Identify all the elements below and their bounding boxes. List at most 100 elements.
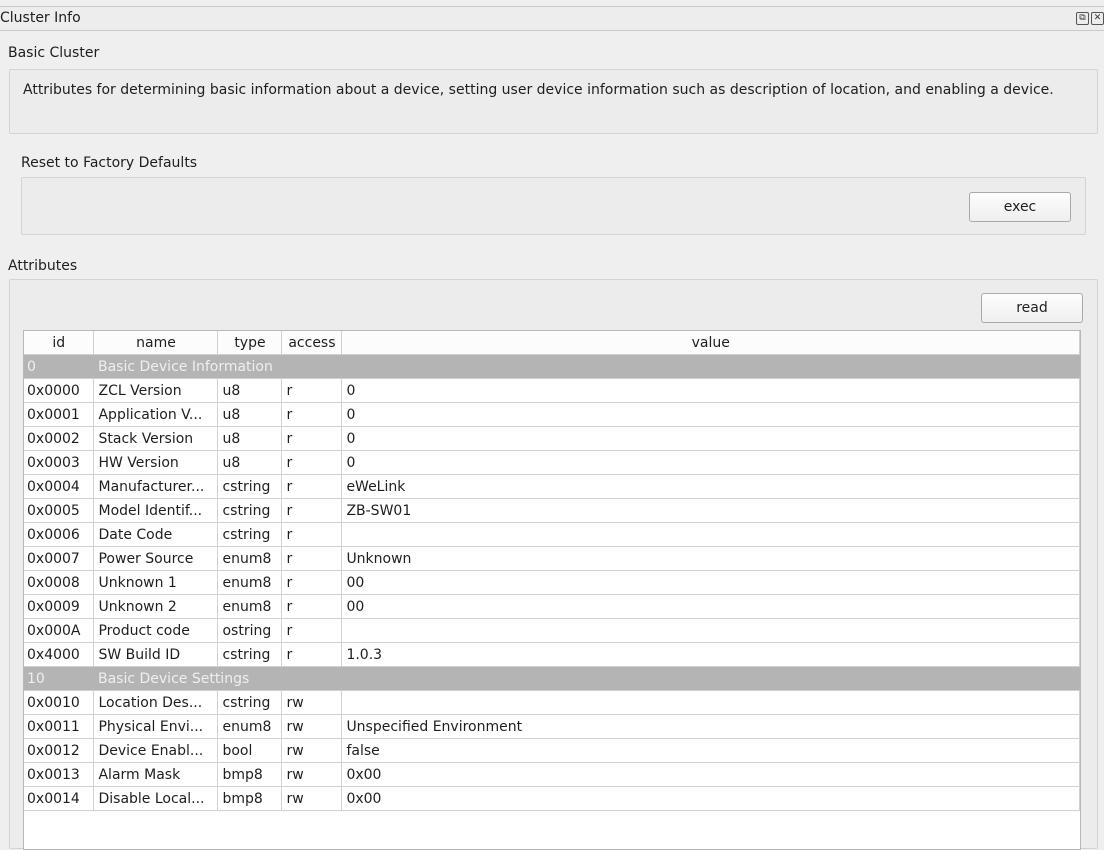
attr-id: 0x0003 bbox=[24, 450, 95, 475]
attr-type: cstring bbox=[217, 474, 283, 499]
attr-access: r bbox=[281, 522, 343, 547]
table-row[interactable]: 0x0006 Date Code cstring r bbox=[24, 522, 1080, 547]
group-row[interactable]: 0 Basic Device Information bbox=[24, 354, 1080, 379]
attr-value[interactable]: 0x00 bbox=[341, 762, 1080, 787]
table-row[interactable]: 0x0005 Model Identif... cstring r ZB-SW01 bbox=[24, 498, 1080, 523]
column-header-access[interactable]: access bbox=[281, 331, 343, 355]
attr-id: 0x0009 bbox=[24, 594, 95, 619]
attributes-table: id name type access value 0 Basic Device … bbox=[23, 330, 1081, 850]
attr-type: u8 bbox=[217, 402, 283, 427]
attr-id: 0x4000 bbox=[24, 642, 95, 667]
attr-name: SW Build ID bbox=[93, 642, 219, 667]
attr-value[interactable]: false bbox=[341, 738, 1080, 763]
attr-type: u8 bbox=[217, 378, 283, 403]
attr-type: bmp8 bbox=[217, 786, 283, 811]
group-row[interactable]: 10 Basic Device Settings bbox=[24, 666, 1080, 691]
attr-type: u8 bbox=[217, 450, 283, 475]
attr-value[interactable]: 0 bbox=[341, 450, 1080, 475]
table-row[interactable]: 0x0013 Alarm Mask bmp8 rw 0x00 bbox=[24, 762, 1080, 787]
attr-type: cstring bbox=[217, 690, 283, 715]
attr-value[interactable] bbox=[341, 690, 1080, 715]
attr-name: ZCL Version bbox=[93, 378, 219, 403]
attr-access: rw bbox=[281, 762, 343, 787]
attr-id: 0x0010 bbox=[24, 690, 95, 715]
window-title: Cluster Info bbox=[0, 10, 81, 26]
attr-value[interactable]: ZB-SW01 bbox=[341, 498, 1080, 523]
column-header-type[interactable]: type bbox=[217, 331, 283, 355]
attr-access: r bbox=[281, 642, 343, 667]
attributes-grid: id name type access value 0 Basic Device … bbox=[24, 331, 1080, 811]
exec-button[interactable]: exec bbox=[969, 192, 1071, 222]
attr-value[interactable] bbox=[341, 522, 1080, 547]
table-row[interactable]: 0x0000 ZCL Version u8 r 0 bbox=[24, 378, 1080, 403]
attr-value[interactable]: 0 bbox=[341, 378, 1080, 403]
attr-access: r bbox=[281, 402, 343, 427]
attr-access: r bbox=[281, 546, 343, 571]
column-header-name[interactable]: name bbox=[93, 331, 219, 355]
attr-value[interactable] bbox=[341, 618, 1080, 643]
attr-type: cstring bbox=[217, 642, 283, 667]
table-row[interactable]: 0x0009 Unknown 2 enum8 r 00 bbox=[24, 594, 1080, 619]
attr-name: HW Version bbox=[93, 450, 219, 475]
column-header-value[interactable]: value bbox=[341, 331, 1080, 355]
table-row[interactable]: 0x0012 Device Enabl... bool rw false bbox=[24, 738, 1080, 763]
group-id: 10 bbox=[24, 666, 94, 691]
reset-box: exec bbox=[21, 177, 1086, 235]
attr-access: r bbox=[281, 594, 343, 619]
column-header-id[interactable]: id bbox=[24, 331, 95, 355]
table-row[interactable]: 0x0004 Manufacturer... cstring r eWeLink bbox=[24, 474, 1080, 499]
table-row[interactable]: 0x0014 Disable Local... bmp8 rw 0x00 bbox=[24, 786, 1080, 811]
attr-access: rw bbox=[281, 738, 343, 763]
float-icon[interactable]: ⧉ bbox=[1076, 12, 1089, 25]
attr-type: enum8 bbox=[217, 546, 283, 571]
attr-access: rw bbox=[281, 714, 343, 739]
attr-id: 0x0006 bbox=[24, 522, 95, 547]
attr-access: r bbox=[281, 474, 343, 499]
read-button[interactable]: read bbox=[981, 293, 1083, 323]
attr-value[interactable]: Unspecified Environment bbox=[341, 714, 1080, 739]
table-row[interactable]: 0x0010 Location Des... cstring rw bbox=[24, 690, 1080, 715]
attr-name: Alarm Mask bbox=[93, 762, 219, 787]
attr-name: Manufacturer... bbox=[93, 474, 219, 499]
attr-name: Product code bbox=[93, 618, 219, 643]
attr-name: Application V... bbox=[93, 402, 219, 427]
attr-type: bmp8 bbox=[217, 762, 283, 787]
attr-access: r bbox=[281, 618, 343, 643]
table-header: id name type access value bbox=[24, 331, 1080, 355]
table-row[interactable]: 0x0008 Unknown 1 enum8 r 00 bbox=[24, 570, 1080, 595]
attr-id: 0x0011 bbox=[24, 714, 95, 739]
attr-value[interactable]: 0 bbox=[341, 402, 1080, 427]
table-row[interactable]: 0x0001 Application V... u8 r 0 bbox=[24, 402, 1080, 427]
attr-access: r bbox=[281, 498, 343, 523]
attr-name: Model Identif... bbox=[93, 498, 219, 523]
attr-value[interactable]: eWeLink bbox=[341, 474, 1080, 499]
attr-type: cstring bbox=[217, 498, 283, 523]
attr-value[interactable]: 00 bbox=[341, 570, 1080, 595]
table-row[interactable]: 0x0011 Physical Envi... enum8 rw Unspecified… bbox=[24, 714, 1080, 739]
table-row[interactable]: 0x0007 Power Source enum8 r Unknown bbox=[24, 546, 1080, 571]
attr-id: 0x0014 bbox=[24, 786, 95, 811]
attributes-label: Attributes bbox=[8, 258, 78, 274]
attr-value[interactable]: Unknown bbox=[341, 546, 1080, 571]
attr-id: 0x0013 bbox=[24, 762, 95, 787]
attr-type: u8 bbox=[217, 426, 283, 451]
attr-value[interactable]: 0 bbox=[341, 426, 1080, 451]
table-row[interactable]: 0x4000 SW Build ID cstring r 1.0.3 bbox=[24, 642, 1080, 667]
attr-type: enum8 bbox=[217, 570, 283, 595]
attr-id: 0x0012 bbox=[24, 738, 95, 763]
title-bar: Cluster Info ⧉ ✕ bbox=[0, 6, 1104, 31]
attr-id: 0x0008 bbox=[24, 570, 95, 595]
table-row[interactable]: 0x0002 Stack Version u8 r 0 bbox=[24, 426, 1080, 451]
attr-name: Device Enabl... bbox=[93, 738, 219, 763]
table-row[interactable]: 0x000A Product code ostring r bbox=[24, 618, 1080, 643]
close-icon[interactable]: ✕ bbox=[1091, 12, 1104, 25]
attr-id: 0x0000 bbox=[24, 378, 95, 403]
table-row[interactable]: 0x0003 HW Version u8 r 0 bbox=[24, 450, 1080, 475]
group-name: Basic Device Settings bbox=[93, 666, 1080, 691]
attr-name: Unknown 2 bbox=[93, 594, 219, 619]
attr-name: Physical Envi... bbox=[93, 714, 219, 739]
attr-value[interactable]: 0x00 bbox=[341, 786, 1080, 811]
attr-value[interactable]: 00 bbox=[341, 594, 1080, 619]
attr-name: Location Des... bbox=[93, 690, 219, 715]
attr-value[interactable]: 1.0.3 bbox=[341, 642, 1080, 667]
